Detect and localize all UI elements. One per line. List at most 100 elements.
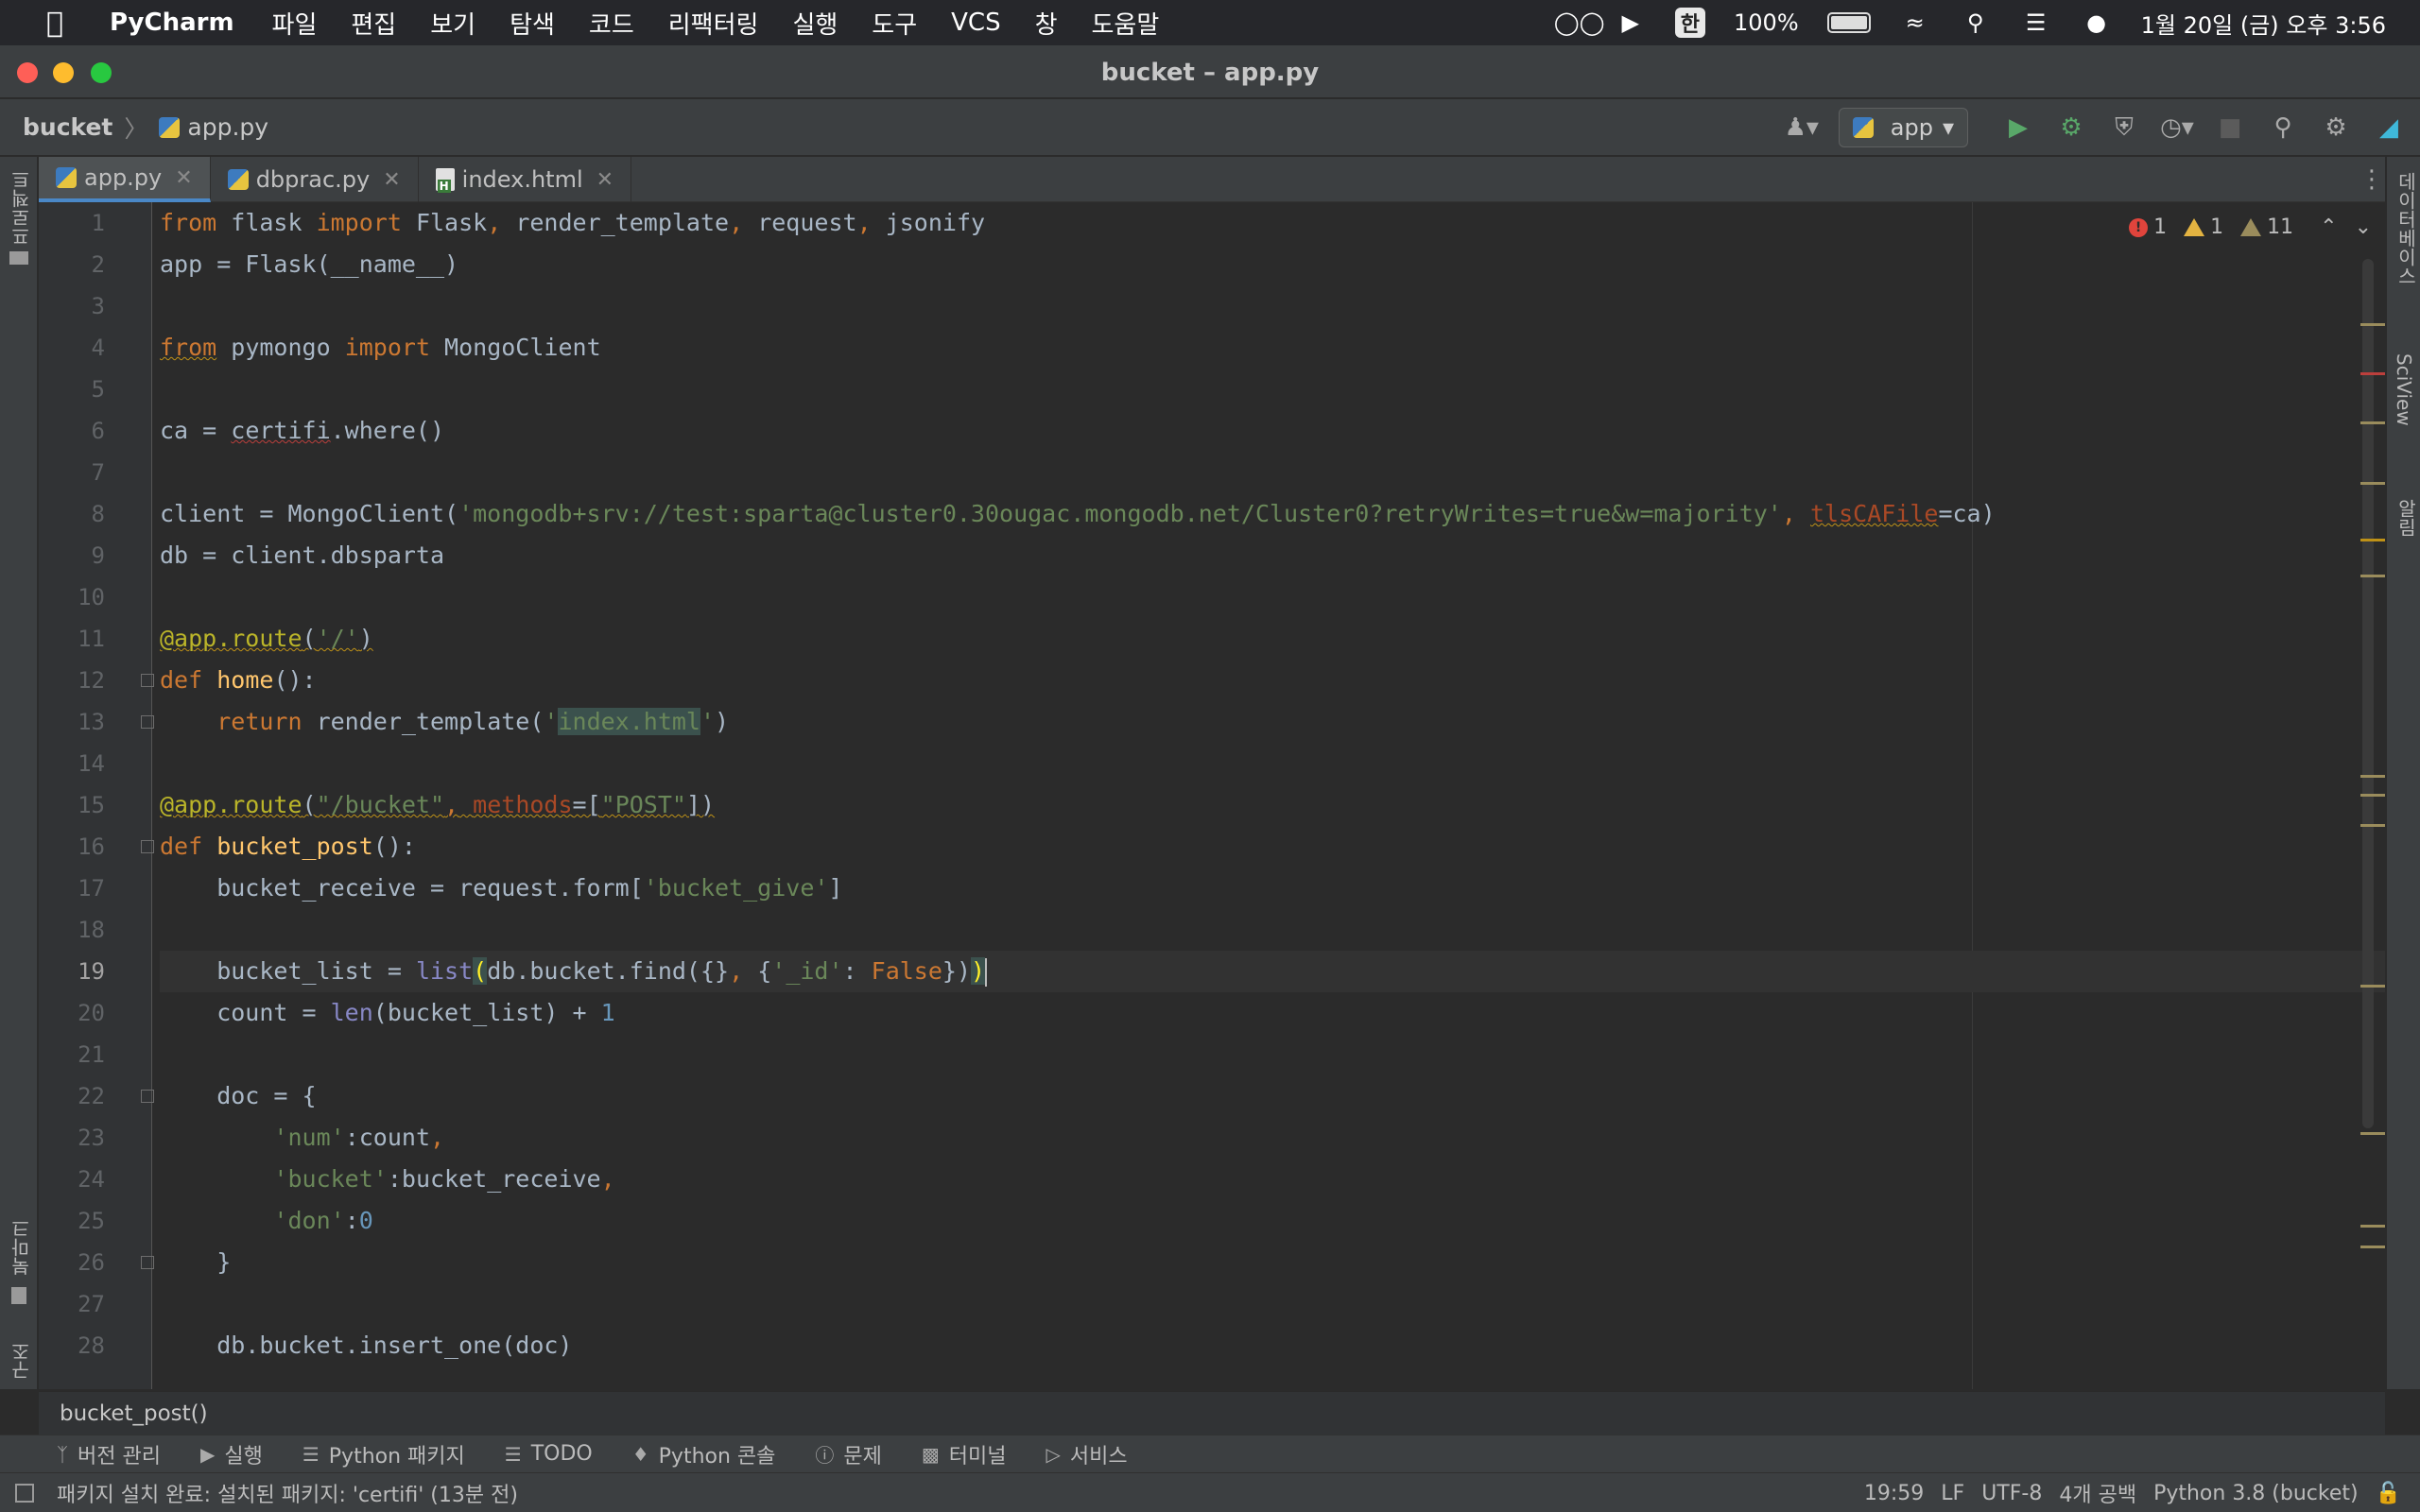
line-number[interactable]: 24: [39, 1159, 105, 1200]
run-configuration-select[interactable]: app ▾: [1838, 108, 1968, 147]
jetbrains-toolbox-icon[interactable]: ◢: [2373, 112, 2405, 144]
breadcrumb-project[interactable]: bucket: [23, 113, 112, 141]
next-problem-icon[interactable]: ⌄: [2355, 215, 2372, 239]
line-number[interactable]: 5: [39, 369, 105, 410]
warning-stripe[interactable]: [2360, 482, 2385, 485]
error-stripe[interactable]: [2360, 372, 2385, 375]
line-number[interactable]: 18: [39, 909, 105, 951]
search-everywhere-icon[interactable]: ⚲: [2267, 112, 2299, 144]
warning-stripe[interactable]: [2360, 1225, 2385, 1228]
menubar-clock[interactable]: 1월 20일 (금) 오후 3:56: [2141, 7, 2386, 40]
line-number[interactable]: 11: [39, 618, 105, 660]
menu-run[interactable]: 실행: [792, 6, 838, 41]
toolwindow-version-control[interactable]: ᛉ 버전 관리: [57, 1439, 161, 1469]
python-interpreter[interactable]: Python 3.8 (bucket): [2153, 1482, 2359, 1505]
code-line[interactable]: return render_template('index.html'): [160, 701, 2385, 743]
line-number[interactable]: 13: [39, 701, 105, 743]
play-circle-icon[interactable]: ▶: [1615, 9, 1647, 36]
editor-breadcrumb[interactable]: bucket_post(): [39, 1391, 2385, 1435]
line-number[interactable]: 2: [39, 244, 105, 285]
code-line[interactable]: from flask import Flask, render_template…: [160, 202, 2385, 244]
close-tab-icon[interactable]: ✕: [383, 168, 400, 192]
line-number-gutter[interactable]: 1 2 3 4 5 6 7 8 9 10 11 12 13 14 15 16 17 18 19 20 21 22 23 24 2…: [39, 202, 154, 1389]
weak-warning-count[interactable]: 11: [2240, 215, 2293, 239]
file-encoding[interactable]: UTF-8: [1981, 1482, 2042, 1505]
warning-count[interactable]: 1: [2184, 215, 2223, 239]
battery-icon[interactable]: [1826, 12, 1871, 33]
code-line[interactable]: 'num':count,: [160, 1117, 2385, 1159]
fold-marker-icon[interactable]: [141, 1256, 154, 1269]
line-number[interactable]: 27: [39, 1283, 105, 1325]
toolwindow-run[interactable]: ▶ 실행: [200, 1439, 263, 1469]
structure-tool-button[interactable]: 구조: [8, 1342, 35, 1380]
code-line[interactable]: bucket_list = list(db.bucket.find({}, {'…: [160, 951, 2385, 992]
menu-edit[interactable]: 편집: [351, 6, 396, 41]
code-line[interactable]: [160, 369, 2385, 410]
debug-icon[interactable]: ⚙: [2055, 112, 2087, 144]
error-count[interactable]: ! 1: [2129, 215, 2167, 239]
code-line[interactable]: 'don':0: [160, 1200, 2385, 1242]
line-number[interactable]: 15: [39, 784, 105, 826]
code-line[interactable]: ca = certifi.where(): [160, 410, 2385, 452]
code-line[interactable]: [160, 576, 2385, 618]
code-line[interactable]: db = client.dbsparta: [160, 535, 2385, 576]
menu-vcs[interactable]: VCS: [951, 9, 1000, 37]
line-number[interactable]: 3: [39, 285, 105, 327]
control-center-icon[interactable]: ☰: [2020, 9, 2052, 36]
line-number[interactable]: 7: [39, 452, 105, 493]
code-line[interactable]: client = MongoClient('mongodb+srv://test…: [160, 493, 2385, 535]
code-line[interactable]: 'bucket':bucket_receive,: [160, 1159, 2385, 1200]
menu-window[interactable]: 창: [1035, 6, 1058, 41]
warning-stripe[interactable]: [2360, 421, 2385, 424]
glasses-icon[interactable]: ◯◯: [1554, 9, 1605, 36]
line-separator[interactable]: LF: [1941, 1482, 1964, 1505]
fold-marker-icon[interactable]: [141, 840, 154, 853]
toolwindow-todo[interactable]: ☰ TODO: [505, 1442, 593, 1466]
warning-stripe[interactable]: [2360, 824, 2385, 827]
toolwindow-services[interactable]: ▷ 서비스: [1046, 1439, 1128, 1469]
tab-dbprac-py[interactable]: dbprac.py ✕: [211, 157, 419, 202]
line-number[interactable]: 19: [39, 951, 105, 992]
tabs-more-icon[interactable]: ⋮: [2358, 157, 2386, 202]
line-number[interactable]: 25: [39, 1200, 105, 1242]
fold-marker-icon[interactable]: [141, 1090, 154, 1103]
code-line[interactable]: def home():: [160, 660, 2385, 701]
siri-icon[interactable]: ●: [2081, 9, 2113, 36]
toggle-tool-windows-icon[interactable]: [15, 1484, 34, 1503]
notifications-tool-button[interactable]: 알림: [2393, 499, 2420, 537]
spotlight-search-icon[interactable]: ⚲: [1960, 9, 1992, 36]
menu-code[interactable]: 코드: [589, 6, 634, 41]
vcs-user-icon[interactable]: ♟▾: [1785, 112, 1819, 144]
status-message[interactable]: 패키지 설치 완료: 설치된 패키지: 'certifi' (13분 전): [57, 1478, 518, 1508]
line-number[interactable]: 26: [39, 1242, 105, 1283]
wifi-icon[interactable]: ≈: [1899, 9, 1931, 36]
line-number[interactable]: 21: [39, 1034, 105, 1075]
line-number[interactable]: 22: [39, 1075, 105, 1117]
line-number[interactable]: 23: [39, 1117, 105, 1159]
warning-stripe[interactable]: [2360, 775, 2385, 778]
tab-app-py[interactable]: app.py ✕: [39, 157, 211, 202]
profile-icon[interactable]: ◷▾: [2160, 112, 2194, 144]
coverage-icon[interactable]: ⛨: [2108, 112, 2140, 144]
inspection-widget[interactable]: ! 1 1 11 ⌃ ⌄: [2129, 215, 2372, 239]
menu-refactor[interactable]: 리팩터링: [668, 6, 759, 41]
lock-icon[interactable]: 🔓: [2376, 1482, 2401, 1505]
toolwindow-terminal[interactable]: ▩ 터미널: [922, 1439, 1007, 1469]
code-line[interactable]: @app.route('/'): [160, 618, 2385, 660]
line-number[interactable]: 6: [39, 410, 105, 452]
line-number[interactable]: 9: [39, 535, 105, 576]
warning-stripe[interactable]: [2360, 323, 2385, 326]
line-number[interactable]: 10: [39, 576, 105, 618]
settings-gear-icon[interactable]: ⚙: [2320, 112, 2352, 144]
bookmarks-tool-button[interactable]: 북마크: [8, 1219, 35, 1276]
indent-setting[interactable]: 4개 공백: [2059, 1478, 2136, 1508]
menu-navigate[interactable]: 탐색: [510, 6, 555, 41]
line-number[interactable]: 14: [39, 743, 105, 784]
code-line[interactable]: count = len(bucket_list) + 1: [160, 992, 2385, 1034]
menu-help[interactable]: 도움말: [1092, 6, 1160, 41]
run-icon[interactable]: ▶: [2002, 112, 2034, 144]
toolwindow-python-packages[interactable]: ☰ Python 패키지: [302, 1439, 465, 1469]
caret-position[interactable]: 19:59: [1864, 1482, 1924, 1505]
tab-index-html[interactable]: index.html ✕: [419, 157, 632, 202]
code-line[interactable]: }: [160, 1242, 2385, 1283]
